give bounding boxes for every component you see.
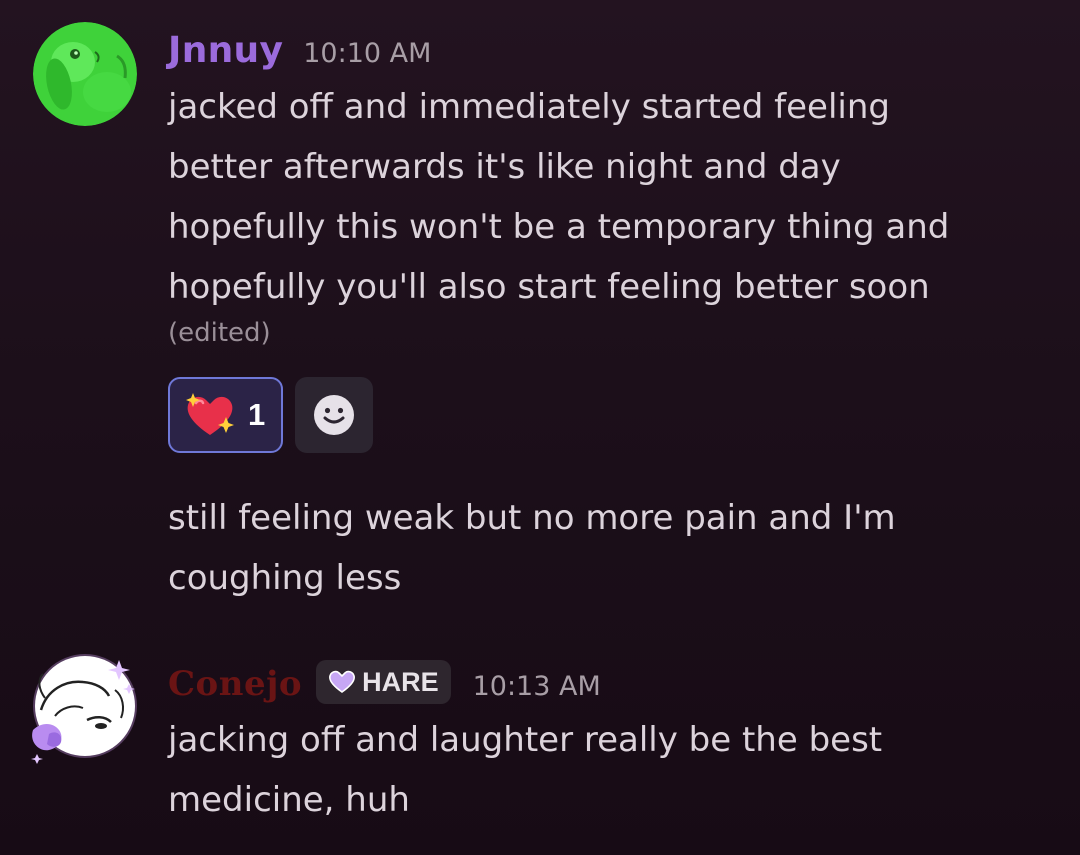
purple-heart-icon [329,670,356,693]
message-line: still feeling weak but no more pain and … [168,498,896,538]
message-line: better afterwards it's like night and da… [168,147,841,187]
badge-label: HARE [362,666,439,697]
message-content: still feeling weak but no more pain and … [168,488,1048,608]
message-content: jacking off and laughter really be the b… [168,710,1048,830]
avatar-conejo[interactable] [25,650,141,766]
username-jnnuy[interactable]: Jnnuy [168,30,283,71]
reaction-bar: 1 [168,377,373,453]
message-line: jacked off and immediately started feeli… [168,87,890,127]
add-reaction-smiley-icon [314,395,354,435]
timestamp: 10:10 AM [303,38,432,69]
green-bunny-avatar-icon [33,22,137,126]
role-badge[interactable]: HARE [316,660,451,704]
reaction-sparkling-heart[interactable]: 1 [168,377,283,453]
reaction-count: 1 [248,397,266,432]
sparkling-heart-icon [186,393,234,435]
username-conejo[interactable]: Conejo [168,664,302,704]
message-line: medicine, huh [168,780,410,820]
white-bunny-avatar-icon [31,654,137,764]
add-reaction-button[interactable] [295,377,373,453]
message-line: hopefully you'll also start feeling bett… [168,267,930,307]
edited-label: (edited) [168,318,271,348]
message-line: coughing less [168,558,402,598]
timestamp: 10:13 AM [472,671,601,702]
chat-message-list: Jnnuy 10:10 AM jacked off and immediatel… [0,0,1080,855]
message-content: jacked off and immediately started feeli… [168,77,1048,317]
message-header: Jnnuy 10:10 AM [168,30,431,71]
avatar-jnnuy[interactable] [33,22,137,126]
message-line: jacking off and laughter really be the b… [168,720,883,760]
message-line: hopefully this won't be a temporary thin… [168,207,950,247]
message-header: Conejo HARE 10:13 AM [168,660,601,708]
